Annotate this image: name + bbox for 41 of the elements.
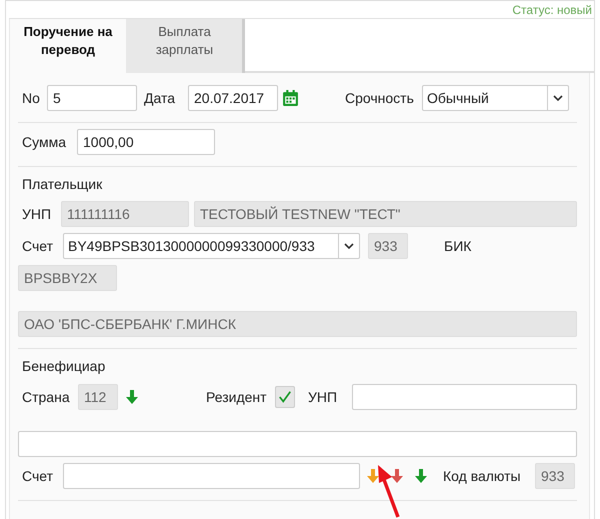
input-field: 112 <box>78 384 118 410</box>
input-field[interactable]: 5 <box>47 85 137 111</box>
input-field[interactable] <box>352 384 577 410</box>
field-label: Дата <box>143 90 176 106</box>
field-label: Код валюты <box>442 468 522 484</box>
input-field: 933 <box>368 233 408 259</box>
down-arrow-icon[interactable] <box>367 469 379 483</box>
field-label: Сумма <box>21 134 67 150</box>
checkmark-icon <box>278 390 292 404</box>
field-label: УНП <box>307 389 338 405</box>
input-field: ТЕСТОВЫЙ TESTNEW "ТЕСТ" <box>194 201 577 227</box>
down-arrow-icon[interactable] <box>126 390 138 404</box>
chevron-down-icon <box>553 95 563 101</box>
input-field[interactable]: 1000,00 <box>77 129 215 155</box>
input-field[interactable] <box>18 431 577 457</box>
input-field: 111111116 <box>61 201 189 227</box>
input-field[interactable]: 20.07.2017 <box>188 85 278 111</box>
down-arrow-icon[interactable] <box>391 469 403 483</box>
dropdown[interactable]: BY49BPSB3013000000099330000/933 <box>63 233 360 259</box>
tab[interactable]: Выплата зарплаты <box>127 19 245 73</box>
dropdown[interactable]: Обычный <box>422 85 569 111</box>
field-label: УНП <box>21 206 52 222</box>
input-field[interactable] <box>63 463 360 489</box>
down-arrow-icon[interactable] <box>415 469 427 483</box>
input-field: 933 <box>535 463 575 489</box>
section-title: Бенефициар <box>21 357 106 376</box>
tab[interactable]: Поручение на перевод <box>9 19 127 73</box>
field-label: Страна <box>21 389 71 405</box>
input-field: ОАО 'БПС-СБЕРБАНК' Г.МИНСК <box>18 311 577 337</box>
checkbox[interactable] <box>275 386 295 408</box>
field-label: Срочность <box>344 90 415 106</box>
status-text: Статус: новый <box>511 2 593 18</box>
field-label: Резидент <box>205 389 268 405</box>
field-label: Счет <box>21 238 54 254</box>
input-field: BPSBBY2X <box>18 265 117 291</box>
chevron-down-icon <box>344 243 354 249</box>
section-title: Плательщик <box>21 175 104 194</box>
calendar-icon[interactable] <box>282 90 299 106</box>
field-label: Счет <box>21 468 54 484</box>
field-label: БИК <box>443 238 472 254</box>
field-label: No <box>21 90 41 106</box>
